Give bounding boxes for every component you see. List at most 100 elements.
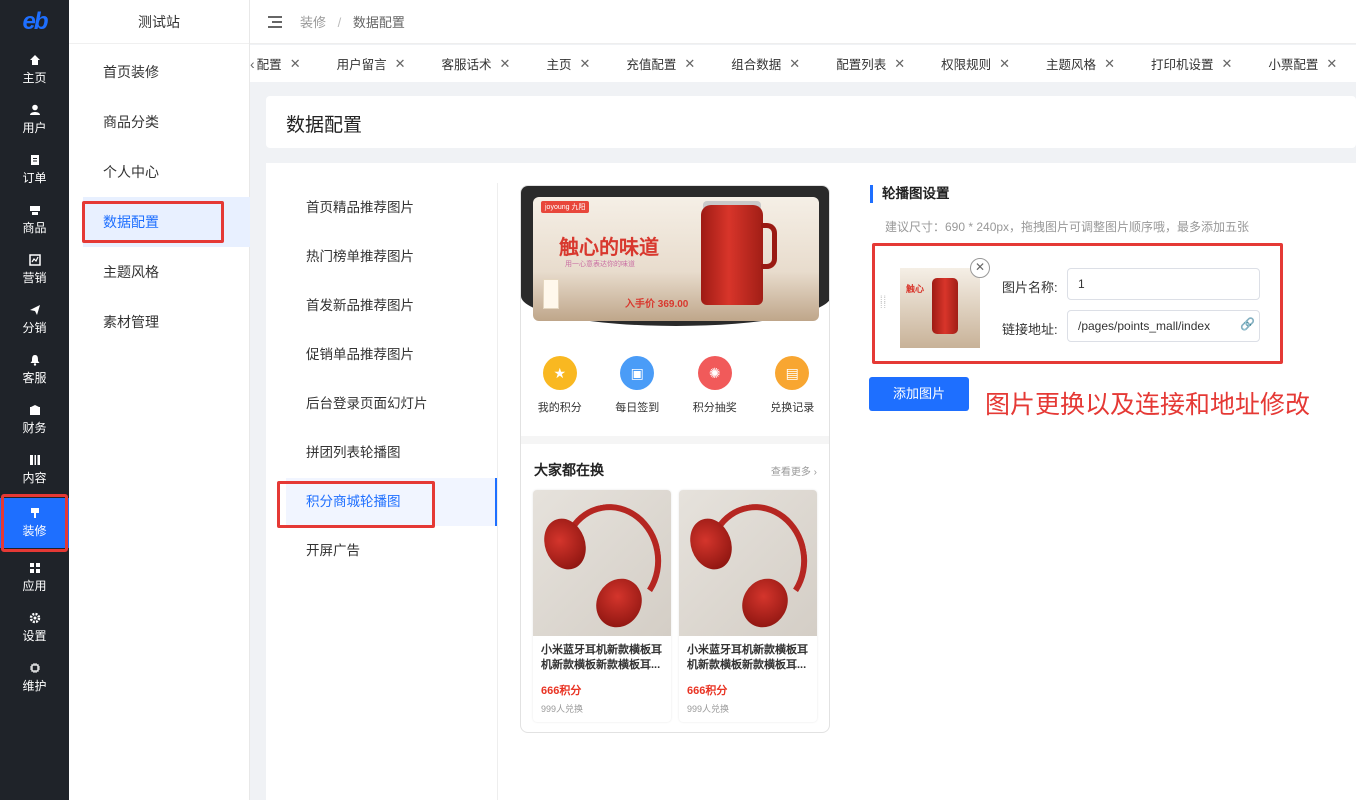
- tab-label: 充值配置: [626, 58, 677, 72]
- close-icon[interactable]: ✕: [500, 56, 511, 72]
- rail-label: 商品: [22, 221, 47, 235]
- menu-fold-icon[interactable]: [268, 15, 282, 28]
- highlight-box-rail: [1, 494, 68, 552]
- section-more-link[interactable]: 查看更多 ›: [771, 463, 817, 478]
- close-icon[interactable]: ✕: [1326, 56, 1337, 72]
- rail-item-distribution[interactable]: 分销: [0, 298, 69, 342]
- tab-item[interactable]: 打印机设置 ✕: [1151, 45, 1248, 82]
- quick-entry-label: 兑换记录: [770, 402, 815, 414]
- tab-label: 用户留言: [336, 58, 387, 72]
- close-icon[interactable]: ✕: [1221, 56, 1232, 72]
- category-item[interactable]: 热门榜单推荐图片: [286, 233, 497, 281]
- tab-item[interactable]: 配置 ✕: [257, 45, 317, 82]
- tab-label: 配置列表: [836, 58, 887, 72]
- rail-label: 主页: [22, 71, 47, 85]
- rail-label: 营销: [22, 271, 47, 285]
- highlight-box-submenu: [82, 201, 224, 243]
- goods-name: 小米蓝牙耳机新款横板耳机新款横板新款横板耳...: [687, 644, 808, 671]
- breadcrumb-parent[interactable]: 装修: [300, 15, 326, 30]
- tab-item[interactable]: 客服话术 ✕: [442, 45, 527, 82]
- submenu-item-product-category[interactable]: 商品分类: [83, 97, 250, 147]
- calendar-icon: ▣: [620, 356, 655, 390]
- category-item[interactable]: 首发新品推荐图片: [286, 282, 497, 330]
- quick-entry-lottery[interactable]: ✺ 积分抽奖: [680, 356, 750, 426]
- category-item[interactable]: 拼团列表轮播图: [286, 429, 497, 477]
- category-item[interactable]: 开屏广告: [286, 527, 497, 575]
- send-icon: [29, 304, 41, 316]
- quick-entry-label: 积分抽奖: [692, 402, 737, 414]
- close-icon[interactable]: ✕: [579, 56, 590, 72]
- rail-item-home[interactable]: 主页: [0, 48, 69, 92]
- tab-label: 客服话术: [441, 58, 492, 72]
- close-icon[interactable]: ✕: [684, 56, 695, 72]
- tab-label: 小票配置: [1268, 58, 1319, 72]
- rail-label: 应用: [22, 579, 47, 593]
- goods-name: 小米蓝牙耳机新款横板耳机新款横板新款横板耳...: [541, 644, 662, 671]
- close-icon[interactable]: ✕: [290, 56, 301, 72]
- rail-item-settings[interactable]: 设置: [0, 606, 69, 650]
- book-icon: [29, 454, 41, 466]
- tab-item[interactable]: 主题风格 ✕: [1046, 45, 1131, 82]
- tab-item[interactable]: 组合数据 ✕: [731, 45, 816, 82]
- rail-item-service[interactable]: 客服: [0, 348, 69, 392]
- app-logo[interactable]: eb: [0, 0, 69, 44]
- close-icon[interactable]: ✕: [789, 56, 800, 72]
- page-title-card: 数据配置: [266, 96, 1356, 148]
- category-item[interactable]: 后台登录页面幻灯片: [286, 380, 497, 428]
- chevron-right-icon: ›: [813, 467, 817, 478]
- close-icon[interactable]: ✕: [395, 56, 406, 72]
- goods-card[interactable]: 小米蓝牙耳机新款横板耳机新款横板新款横板耳... 666积分 999人兑换: [679, 490, 817, 722]
- rail-item-maintenance[interactable]: 维护: [0, 656, 69, 700]
- rail-item-user[interactable]: 用户: [0, 98, 69, 142]
- submenu-item-home-decoration[interactable]: 首页装修: [83, 47, 250, 97]
- quick-entry-label: 我的积分: [537, 402, 582, 414]
- rail-item-product[interactable]: 商品: [0, 198, 69, 242]
- tab-item[interactable]: 用户留言 ✕: [337, 45, 422, 82]
- logo-text: eb: [22, 8, 48, 35]
- add-image-button[interactable]: 添加图片: [869, 377, 969, 411]
- goods-card[interactable]: 小米蓝牙耳机新款横板耳机新款横板新款横板耳... 666积分 999人兑换: [533, 490, 671, 722]
- tab-item[interactable]: 配置列表 ✕: [836, 45, 921, 82]
- secondary-menu: 测试站 首页装修 商品分类 个人中心 数据配置 主题风格 素材管理: [69, 0, 250, 800]
- quick-entry-records[interactable]: ▤ 兑换记录: [757, 356, 827, 426]
- category-item[interactable]: 首页精品推荐图片: [286, 184, 497, 232]
- chart-icon: [28, 254, 41, 266]
- breadcrumb-current: 数据配置: [352, 15, 405, 30]
- quick-entry-checkin[interactable]: ▣ 每日签到: [602, 356, 672, 426]
- submenu-item-user-center[interactable]: 个人中心: [83, 147, 250, 197]
- submenu-item-material[interactable]: 素材管理: [83, 297, 250, 347]
- close-icon[interactable]: ✕: [1104, 56, 1115, 72]
- rail-label: 设置: [22, 629, 47, 643]
- banner-price: 入手价 369.00: [625, 299, 689, 310]
- highlight-box-banner-item: [872, 243, 1283, 364]
- star-icon: ★: [542, 356, 577, 390]
- rail-label: 维护: [22, 679, 47, 693]
- wallet-icon: [29, 404, 41, 416]
- close-icon[interactable]: ✕: [894, 56, 905, 72]
- rail-item-content[interactable]: 内容: [0, 448, 69, 492]
- rail-item-order[interactable]: 订单: [0, 148, 69, 192]
- product-icon: [29, 204, 41, 216]
- goods-points: 666积分: [687, 685, 728, 697]
- tab-label: 权限规则: [941, 58, 992, 72]
- rail-item-apps[interactable]: 应用: [0, 556, 69, 600]
- banner-slogan: 触心的味道: [559, 237, 659, 259]
- rail-label: 订单: [22, 171, 47, 185]
- tab-scroll-left-icon[interactable]: ‹: [250, 56, 255, 72]
- category-item[interactable]: 促销单品推荐图片: [286, 331, 497, 379]
- settings-title: 轮播图设置: [870, 185, 950, 203]
- home-icon: [29, 54, 41, 66]
- tab-item[interactable]: 主页 ✕: [546, 45, 606, 82]
- tab-item[interactable]: 权限规则 ✕: [941, 45, 1026, 82]
- settings-hint: 建议尺寸：690 * 240px，拖拽图片可调整图片顺序哦，最多添加五张: [885, 220, 1250, 234]
- preview-banner-image: joyoung 九阳 触心的味道 用一心意表达你的味道 入手价 369.00: [533, 197, 819, 321]
- tab-item[interactable]: 充值配置 ✕: [626, 45, 711, 82]
- rail-item-marketing[interactable]: 营销: [0, 248, 69, 292]
- rail-item-finance[interactable]: 财务: [0, 398, 69, 442]
- goods-points: 666积分: [541, 685, 582, 697]
- close-icon[interactable]: ✕: [999, 56, 1010, 72]
- submenu-item-theme[interactable]: 主题风格: [83, 247, 250, 297]
- tab-label: 打印机设置: [1150, 58, 1214, 72]
- quick-entry-points[interactable]: ★ 我的积分: [525, 356, 595, 426]
- tab-item[interactable]: 小票配置 ✕: [1268, 45, 1353, 82]
